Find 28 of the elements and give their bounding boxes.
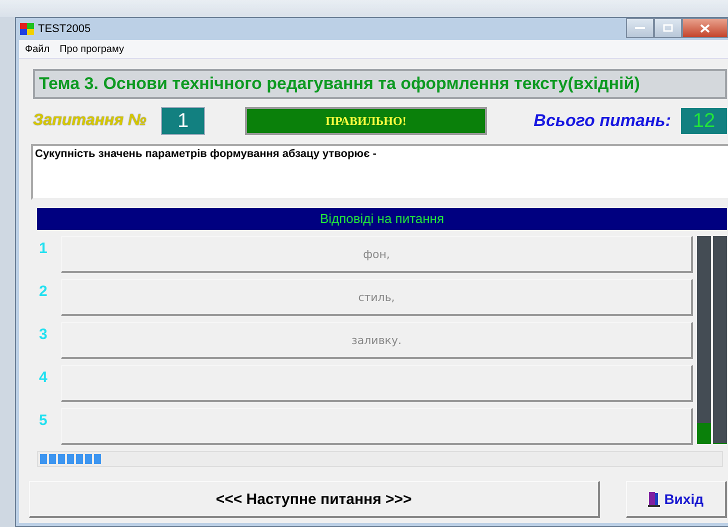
minimize-icon [635,26,645,30]
answer-button[interactable] [61,408,693,445]
close-icon [700,24,710,32]
menu-item[interactable]: Файл [25,44,50,54]
question-label: Запитання № [33,112,148,130]
answer-number: 2 [38,282,48,300]
window-title: TEST2005 [38,23,91,35]
maximize-button[interactable] [654,18,682,38]
answer-number: 3 [38,325,48,343]
door-icon [648,491,660,507]
question-number: 1 [161,107,205,135]
answer-number: 1 [38,239,48,257]
answers-header: Відповіді на питання [37,208,727,230]
answer-button[interactable] [61,365,693,402]
exit-button[interactable]: Вихід [626,481,727,518]
question-text: Сукупність значень параметрів формування абзацу утворює - [31,144,728,200]
total-count: 12 [681,108,727,134]
answer-number: 4 [38,368,48,386]
result-banner: ПРАВИЛЬНО! [245,107,487,135]
menu-item[interactable]: Про програму [60,44,124,54]
next-question-button[interactable]: <<< Наступне питання >>> [29,481,600,518]
close-button[interactable] [682,18,728,38]
total-label: Всього питань: [534,111,671,131]
maximize-icon [663,24,673,32]
answer-number: 5 [38,411,48,429]
topic-title: Тема 3. Основи технічного редагування та оформлення тексту(вхідній) [33,69,727,99]
app-icon [20,23,34,35]
minimize-button[interactable] [626,18,654,38]
